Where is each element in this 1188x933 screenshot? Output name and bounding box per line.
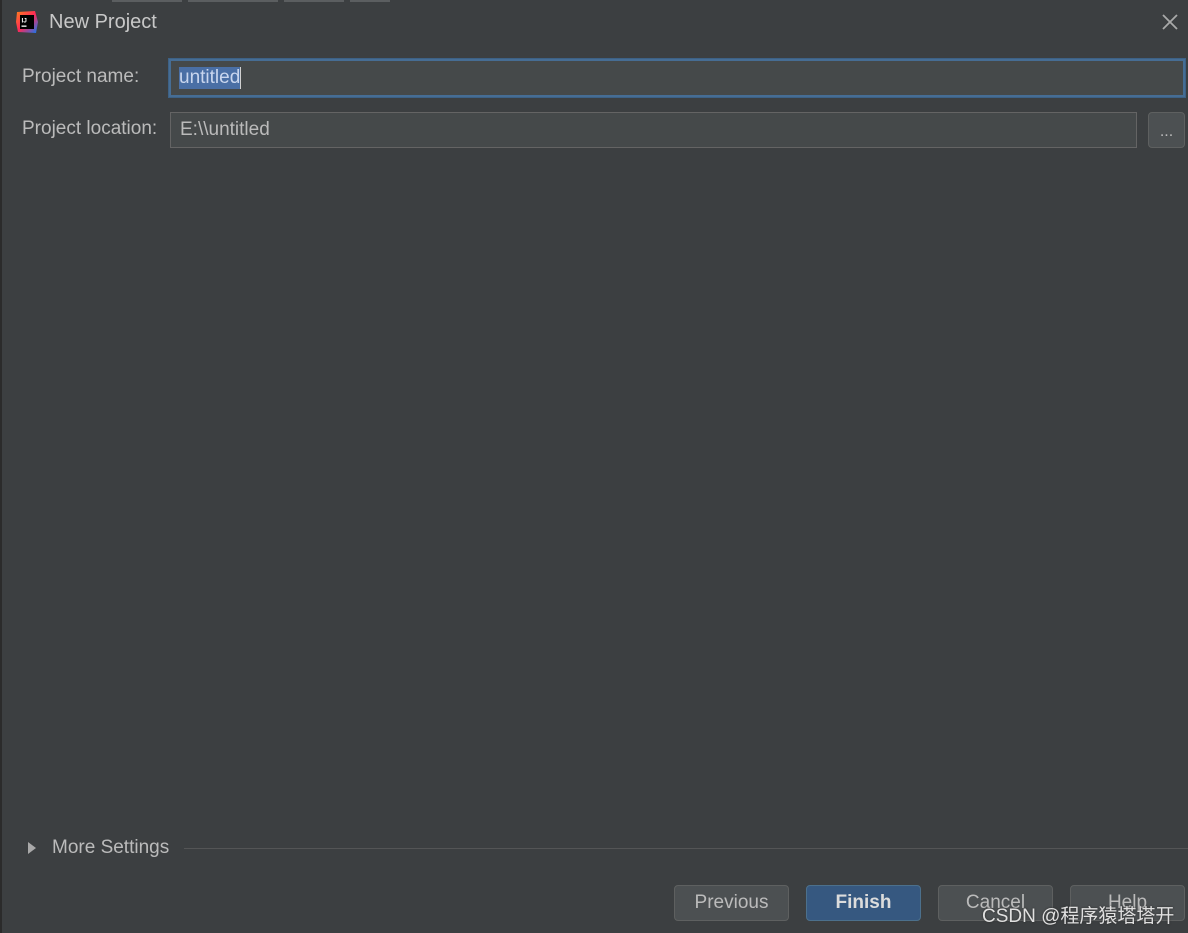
- text-caret: [240, 67, 242, 89]
- project-location-value: E:\\untitled: [180, 119, 270, 140]
- svg-text:IJ: IJ: [22, 18, 28, 25]
- more-settings-toggle[interactable]: More Settings: [28, 835, 169, 861]
- project-location-input[interactable]: E:\\untitled: [170, 112, 1137, 148]
- project-name-input[interactable]: untitled: [169, 59, 1185, 97]
- dialog-title: New Project: [49, 11, 157, 33]
- close-icon[interactable]: [1158, 10, 1182, 34]
- expand-arrow-icon: [28, 842, 36, 854]
- project-name-value: untitled: [179, 67, 241, 89]
- intellij-idea-icon: IJ: [16, 11, 38, 33]
- browse-button[interactable]: ...: [1148, 112, 1185, 148]
- new-project-dialog: IJ New Project Project name: untitled Pr…: [0, 0, 1188, 933]
- title-bar: IJ New Project: [2, 0, 1188, 46]
- more-settings-label: More Settings: [52, 837, 170, 858]
- finish-button[interactable]: Finish: [806, 885, 921, 921]
- previous-button[interactable]: Previous: [674, 885, 789, 921]
- project-name-label: Project name:: [22, 66, 140, 87]
- separator-line: [184, 848, 1188, 849]
- project-location-label: Project location:: [22, 118, 158, 139]
- csdn-watermark: CSDN @程序猿塔塔开: [982, 906, 1175, 927]
